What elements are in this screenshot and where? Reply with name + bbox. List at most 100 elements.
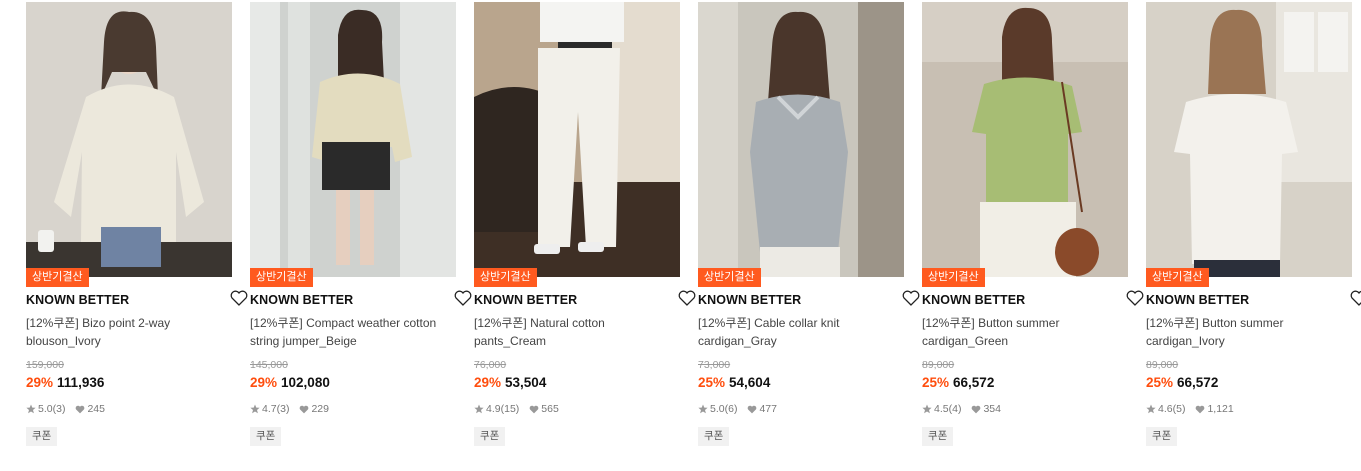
heart-filled-icon <box>1196 405 1205 413</box>
discount-rate: 25% <box>698 375 726 390</box>
heart-filled-icon <box>972 405 981 413</box>
promo-badge: 상반기결산 <box>1146 268 1209 287</box>
discount-rate: 29% <box>250 375 278 390</box>
product-meta: 5.0 (6) 477 <box>698 403 777 415</box>
original-price: 159,000 <box>26 359 64 371</box>
price-line: 25% 54,604 <box>698 375 770 390</box>
product-grid: 상반기결산 KNOWN BETTER [12%쿠폰] Bizo point 2-… <box>0 0 1361 471</box>
star-icon <box>922 404 932 414</box>
discount-rate: 25% <box>922 375 950 390</box>
heart-filled-icon <box>748 405 757 413</box>
review-count: (5) <box>1172 403 1186 415</box>
review-count: (3) <box>276 403 290 415</box>
like-count: 565 <box>541 403 559 415</box>
original-price: 145,000 <box>250 359 288 371</box>
review-count: (4) <box>948 403 962 415</box>
star-icon <box>474 404 484 414</box>
product-name[interactable]: [12%쿠폰] Bizo point 2-way blouson_Ivory <box>26 314 232 350</box>
product-image[interactable] <box>922 2 1128 277</box>
product-image[interactable] <box>1146 2 1352 277</box>
product-meta: 4.6 (5) 1,121 <box>1146 403 1234 415</box>
product-image[interactable] <box>698 2 904 277</box>
rating-value: 5.0 <box>38 403 53 415</box>
heart-outline-icon[interactable] <box>1350 290 1361 306</box>
promo-badge: 상반기결산 <box>698 268 761 287</box>
heart-outline-icon[interactable] <box>1126 290 1144 306</box>
brand-name[interactable]: KNOWN BETTER <box>474 293 577 307</box>
promo-badge: 상반기결산 <box>250 268 313 287</box>
review-count: (3) <box>52 403 66 415</box>
product-image[interactable] <box>26 2 232 277</box>
coupon-tag: 쿠폰 <box>250 427 282 446</box>
product-name[interactable]: [12%쿠폰] Compact weather cotton string ju… <box>250 314 456 350</box>
promo-badge: 상반기결산 <box>474 268 537 287</box>
rating-value: 5.0 <box>710 403 725 415</box>
sale-price: 53,504 <box>505 375 547 390</box>
star-icon <box>250 404 260 414</box>
brand-name[interactable]: KNOWN BETTER <box>698 293 801 307</box>
brand-name[interactable]: KNOWN BETTER <box>1146 293 1249 307</box>
coupon-tag: 쿠폰 <box>26 427 58 446</box>
product-name[interactable]: [12%쿠폰] Natural cotton pants_Cream <box>474 314 680 350</box>
product-meta: 4.5 (4) 354 <box>922 403 1001 415</box>
heart-outline-icon[interactable] <box>454 290 472 306</box>
star-icon <box>1146 404 1156 414</box>
review-count: (15) <box>500 403 520 415</box>
rating-value: 4.9 <box>486 403 501 415</box>
like-count: 1,121 <box>1207 403 1234 415</box>
star-icon <box>26 404 36 414</box>
review-count: (6) <box>724 403 738 415</box>
rating-value: 4.6 <box>1158 403 1173 415</box>
discount-rate: 29% <box>474 375 502 390</box>
like-count: 229 <box>311 403 329 415</box>
product-image[interactable] <box>250 2 456 277</box>
product-meta: 4.7 (3) 229 <box>250 403 329 415</box>
coupon-tag: 쿠폰 <box>922 427 954 446</box>
product-card[interactable]: 상반기결산 KNOWN BETTER [12%쿠폰] Cable collar … <box>698 0 920 471</box>
product-meta: 5.0 (3) 245 <box>26 403 105 415</box>
product-card[interactable]: 상반기결산 KNOWN BETTER [12%쿠폰] Button summer… <box>922 0 1144 471</box>
heart-outline-icon[interactable] <box>902 290 920 306</box>
product-card[interactable]: 상반기결산 KNOWN BETTER [12%쿠폰] Button summer… <box>1146 0 1361 471</box>
promo-badge: 상반기결산 <box>26 268 89 287</box>
coupon-tag: 쿠폰 <box>1146 427 1178 446</box>
price-line: 29% 53,504 <box>474 375 546 390</box>
like-count: 354 <box>983 403 1001 415</box>
like-count: 477 <box>759 403 777 415</box>
discount-rate: 25% <box>1146 375 1174 390</box>
sale-price: 66,572 <box>953 375 995 390</box>
rating-value: 4.7 <box>262 403 277 415</box>
original-price: 76,000 <box>474 359 507 371</box>
brand-name[interactable]: KNOWN BETTER <box>250 293 353 307</box>
discount-rate: 29% <box>26 375 54 390</box>
product-image[interactable] <box>474 2 680 277</box>
price-line: 29% 102,080 <box>250 375 330 390</box>
star-icon <box>698 404 708 414</box>
rating-value: 4.5 <box>934 403 949 415</box>
sale-price: 66,572 <box>1177 375 1219 390</box>
price-line: 25% 66,572 <box>1146 375 1218 390</box>
brand-name[interactable]: KNOWN BETTER <box>26 293 129 307</box>
coupon-tag: 쿠폰 <box>474 427 506 446</box>
heart-filled-icon <box>300 405 309 413</box>
price-line: 25% 66,572 <box>922 375 994 390</box>
product-name[interactable]: [12%쿠폰] Button summer cardigan_Ivory <box>1146 314 1352 350</box>
product-meta: 4.9 (15) 565 <box>474 403 559 415</box>
promo-badge: 상반기결산 <box>922 268 985 287</box>
product-card[interactable]: 상반기결산 KNOWN BETTER [12%쿠폰] Bizo point 2-… <box>26 0 248 471</box>
like-count: 245 <box>87 403 105 415</box>
original-price: 89,000 <box>922 359 955 371</box>
heart-filled-icon <box>529 405 539 413</box>
price-line: 29% 111,936 <box>26 375 104 390</box>
sale-price: 102,080 <box>281 375 330 390</box>
sale-price: 54,604 <box>729 375 771 390</box>
heart-outline-icon[interactable] <box>678 290 696 306</box>
heart-outline-icon[interactable] <box>230 290 248 306</box>
brand-name[interactable]: KNOWN BETTER <box>922 293 1025 307</box>
product-name[interactable]: [12%쿠폰] Button summer cardigan_Green <box>922 314 1128 350</box>
product-card[interactable]: 상반기결산 KNOWN BETTER [12%쿠폰] Compact weath… <box>250 0 472 471</box>
product-card[interactable]: 상반기결산 KNOWN BETTER [12%쿠폰] Natural cotto… <box>474 0 696 471</box>
original-price: 73,000 <box>698 359 731 371</box>
product-name[interactable]: [12%쿠폰] Cable collar knit cardigan_Gray <box>698 314 904 350</box>
original-price: 89,000 <box>1146 359 1179 371</box>
